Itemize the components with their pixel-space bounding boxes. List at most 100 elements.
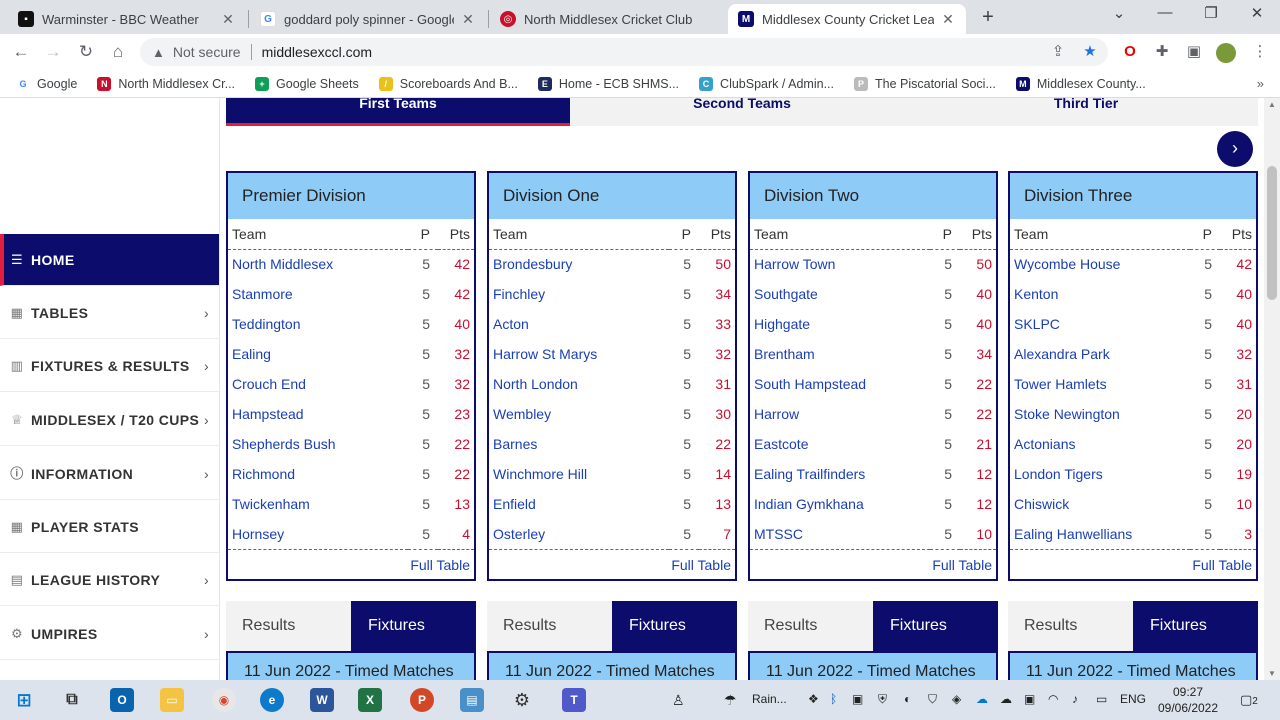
new-tab-button[interactable]: + [976,6,1000,30]
forward-icon[interactable]: → [42,42,64,64]
full-table-link[interactable]: Full Table [671,557,731,573]
fixtures-tab[interactable]: Fixtures [351,601,476,651]
side-panel-icon[interactable]: ▣ [1184,43,1204,63]
team-link[interactable]: Teddington [228,309,408,339]
sidebar-item-cups[interactable]: ♕ MIDDLESEX / T20 CUPS › [0,394,219,446]
people-icon[interactable]: ♙ [672,692,685,709]
file-explorer-icon[interactable]: ▭ [160,688,184,712]
team-link[interactable]: Wembley [489,399,669,429]
browser-tab-google-search[interactable]: G goddard poly spinner - Google S ✕ [250,4,486,34]
results-tab[interactable]: Results [1008,601,1133,651]
team-link[interactable]: Highgate [750,309,930,339]
browser-tab-bbc-weather[interactable]: ▪ Warminster - BBC Weather ✕ [8,4,246,34]
team-link[interactable]: Stanmore [228,279,408,309]
team-link[interactable]: Winchmore Hill [489,459,669,489]
sidebar-item-home[interactable]: ☰ HOME [0,234,219,286]
windows-security-icon[interactable]: ⛉ [928,692,937,707]
security-tray-icon[interactable]: ◐ [904,692,911,706]
notifications-icon[interactable]: ▢2 [1240,692,1258,708]
remote-desktop-icon[interactable]: ▤ [460,688,484,712]
sidebar-item-umpires[interactable]: ⚙ UMPIRES › [0,608,219,660]
team-link[interactable]: Ealing Trailfinders [750,459,930,489]
team-link[interactable]: Brentham [750,339,930,369]
team-link[interactable]: Southgate [750,279,930,309]
home-icon[interactable]: ⌂ [107,42,129,64]
team-link[interactable]: Tower Hamlets [1010,369,1190,399]
close-tab-icon[interactable]: ✕ [460,11,476,28]
team-link[interactable]: Richmond [228,459,408,489]
team-link[interactable]: Hampstead [228,399,408,429]
team-link[interactable]: Hornsey [228,519,408,550]
teams-tray-icon[interactable]: ▣ [852,692,863,706]
team-link[interactable]: Ealing Hanwellians [1010,519,1190,550]
tab-third-tier[interactable]: Third Tier [914,98,1258,124]
bluetooth-icon[interactable]: ᛒ [830,692,837,706]
team-link[interactable]: Chiswick [1010,489,1190,519]
team-link[interactable]: Alexandra Park [1010,339,1190,369]
team-link[interactable]: Enfield [489,489,669,519]
team-link[interactable]: Finchley [489,279,669,309]
team-link[interactable]: MTSSC [750,519,930,550]
browser-tab-middlesex-league[interactable]: M Middlesex County Cricket League ✕ [728,4,966,34]
outlook-icon[interactable]: O [110,688,134,712]
restore-button[interactable]: ❐ [1196,4,1226,22]
team-link[interactable]: North Middlesex [228,249,408,279]
team-link[interactable]: SKLPC [1010,309,1190,339]
results-tab[interactable]: Results [226,601,351,651]
dropbox-icon[interactable]: ❖ [808,692,819,706]
team-link[interactable]: Barnes [489,429,669,459]
close-tab-icon[interactable]: ✕ [940,11,956,28]
team-link[interactable]: Stoke Newington [1010,399,1190,429]
close-window-button[interactable]: ✕ [1242,4,1272,22]
results-tab[interactable]: Results [748,601,873,651]
opera-extension-icon[interactable]: O [1120,43,1140,63]
tab-first-teams[interactable]: First Teams [226,98,570,126]
sidebar-item-league-history[interactable]: ▤ LEAGUE HISTORY › [0,554,219,606]
volume-icon[interactable]: ♪ [1072,692,1078,706]
team-link[interactable]: London Tigers [1010,459,1190,489]
full-table-link[interactable]: Full Table [410,557,470,573]
shield-icon[interactable]: ⛨ [878,692,887,707]
address-bar[interactable]: ▲ Not secure middlesexccl.com [140,38,1108,66]
fixtures-tab[interactable]: Fixtures [612,601,737,651]
page-scrollbar[interactable]: ▲ ▼ [1264,98,1280,680]
bookmark-star-icon[interactable]: ★ [1080,43,1100,63]
edge-icon[interactable]: e [260,688,284,712]
warning-icon[interactable]: ▲ [152,45,165,60]
sidebar-item-information[interactable]: ⓘ INFORMATION › [0,448,219,500]
fixtures-tab[interactable]: Fixtures [1133,601,1258,651]
team-link[interactable]: Ealing [228,339,408,369]
wifi-icon[interactable]: ◠ [1048,692,1058,706]
team-link[interactable]: Wycombe House [1010,249,1190,279]
reload-icon[interactable]: ↻ [75,42,97,64]
powerpoint-icon[interactable]: P [410,688,434,712]
team-link[interactable]: North London [489,369,669,399]
battery-icon[interactable]: ▭ [1096,692,1107,706]
settings-gear-icon[interactable]: ⚙ [510,688,534,712]
bookmark-middlesex-county[interactable]: M Middlesex County... [1015,76,1146,91]
bookmark-scoreboards[interactable]: / Scoreboards And B... [378,76,518,91]
scrollbar-thumb[interactable] [1267,166,1277,300]
team-link[interactable]: Crouch End [228,369,408,399]
team-link[interactable]: Osterley [489,519,669,550]
teams-icon[interactable]: T [562,688,586,712]
share-icon[interactable]: ⇪ [1048,43,1068,63]
team-link[interactable]: Brondesbury [489,249,669,279]
language-indicator[interactable]: ENG [1120,692,1146,706]
team-link[interactable]: Indian Gymkhana [750,489,930,519]
bookmark-north-middlesex[interactable]: N North Middlesex Cr... [97,76,235,91]
results-tab[interactable]: Results [487,601,612,651]
bookmark-clubspark[interactable]: C ClubSpark / Admin... [699,76,834,91]
team-link[interactable]: Harrow [750,399,930,429]
extensions-icon[interactable]: ✚ [1152,43,1172,63]
task-view-icon[interactable]: ⧉ [60,688,84,712]
more-bookmarks-icon[interactable]: » [1257,76,1264,91]
back-icon[interactable]: ← [10,42,32,64]
profile-avatar[interactable] [1216,43,1236,63]
chrome-icon[interactable]: ◉ [212,688,236,712]
team-link[interactable]: Harrow St Marys [489,339,669,369]
weather-label[interactable]: Rain... [752,692,787,706]
tab-second-teams[interactable]: Second Teams [570,98,914,124]
tab-search-icon[interactable]: ⌄ [1104,4,1134,22]
team-link[interactable]: Shepherds Bush [228,429,408,459]
